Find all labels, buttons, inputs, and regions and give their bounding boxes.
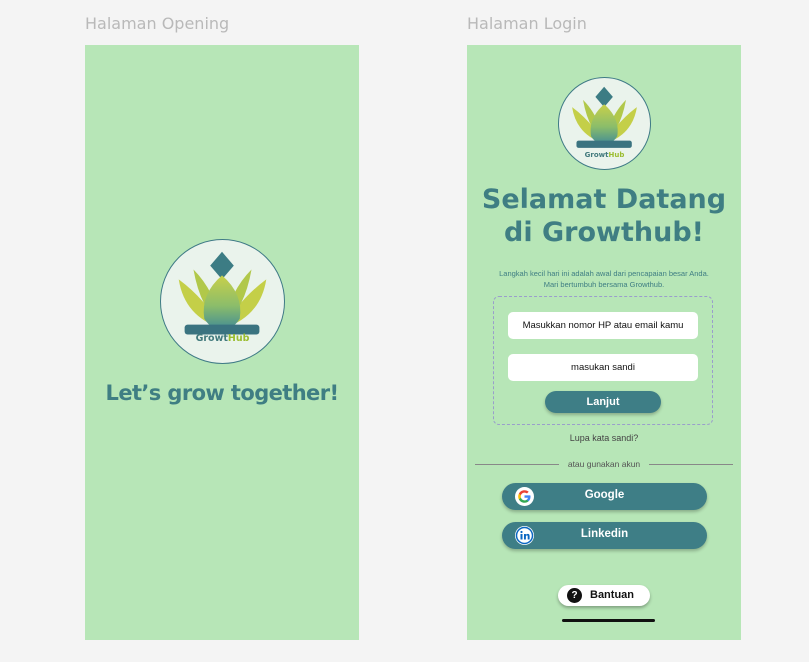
frame-title-login: Halaman Login — [467, 14, 587, 33]
opening-screen: GrowtHub Let’s grow together! — [85, 45, 359, 640]
divider-right — [649, 464, 733, 465]
help-button[interactable]: ? Bantuan — [558, 585, 650, 606]
linkedin-login-button[interactable]: Linkedin — [502, 522, 707, 549]
divider-left — [475, 464, 559, 465]
google-button-label: Google — [584, 489, 625, 501]
welcome-subtitle: Langkah kecil hari ini adalah awal dari … — [499, 269, 709, 289]
divider-text: atau gunakan akun — [567, 459, 641, 469]
password-input[interactable] — [508, 354, 698, 381]
frame-title-opening: Halaman Opening — [85, 14, 230, 33]
growthub-logo: GrowtHub — [558, 77, 651, 170]
google-login-button[interactable]: Google — [502, 483, 707, 510]
lotus-logo-icon — [178, 251, 267, 335]
opening-tagline: Let’s grow together! — [105, 381, 339, 405]
phone-email-input[interactable] — [508, 312, 698, 339]
login-form: Lanjut — [493, 296, 713, 425]
logo-wordmark: GrowtHub — [195, 333, 250, 344]
logo-wordmark: GrowtHub — [584, 151, 625, 159]
next-button[interactable]: Lanjut — [545, 391, 661, 413]
forgot-password-link[interactable]: Lupa kata sandi? — [467, 433, 741, 443]
welcome-line-1: Selamat Datang — [481, 184, 727, 215]
login-screen: GrowtHub Selamat Datang di Growthub! Lan… — [467, 45, 741, 640]
home-indicator — [562, 619, 655, 622]
help-button-label: Bantuan — [590, 589, 634, 601]
growthub-logo: GrowtHub — [160, 239, 285, 364]
welcome-heading: Selamat Datang di Growthub! — [467, 183, 741, 249]
question-icon: ? — [567, 588, 582, 603]
welcome-line-2: di Growthub! — [504, 217, 704, 248]
linkedin-button-label: Linkedin — [580, 528, 629, 540]
